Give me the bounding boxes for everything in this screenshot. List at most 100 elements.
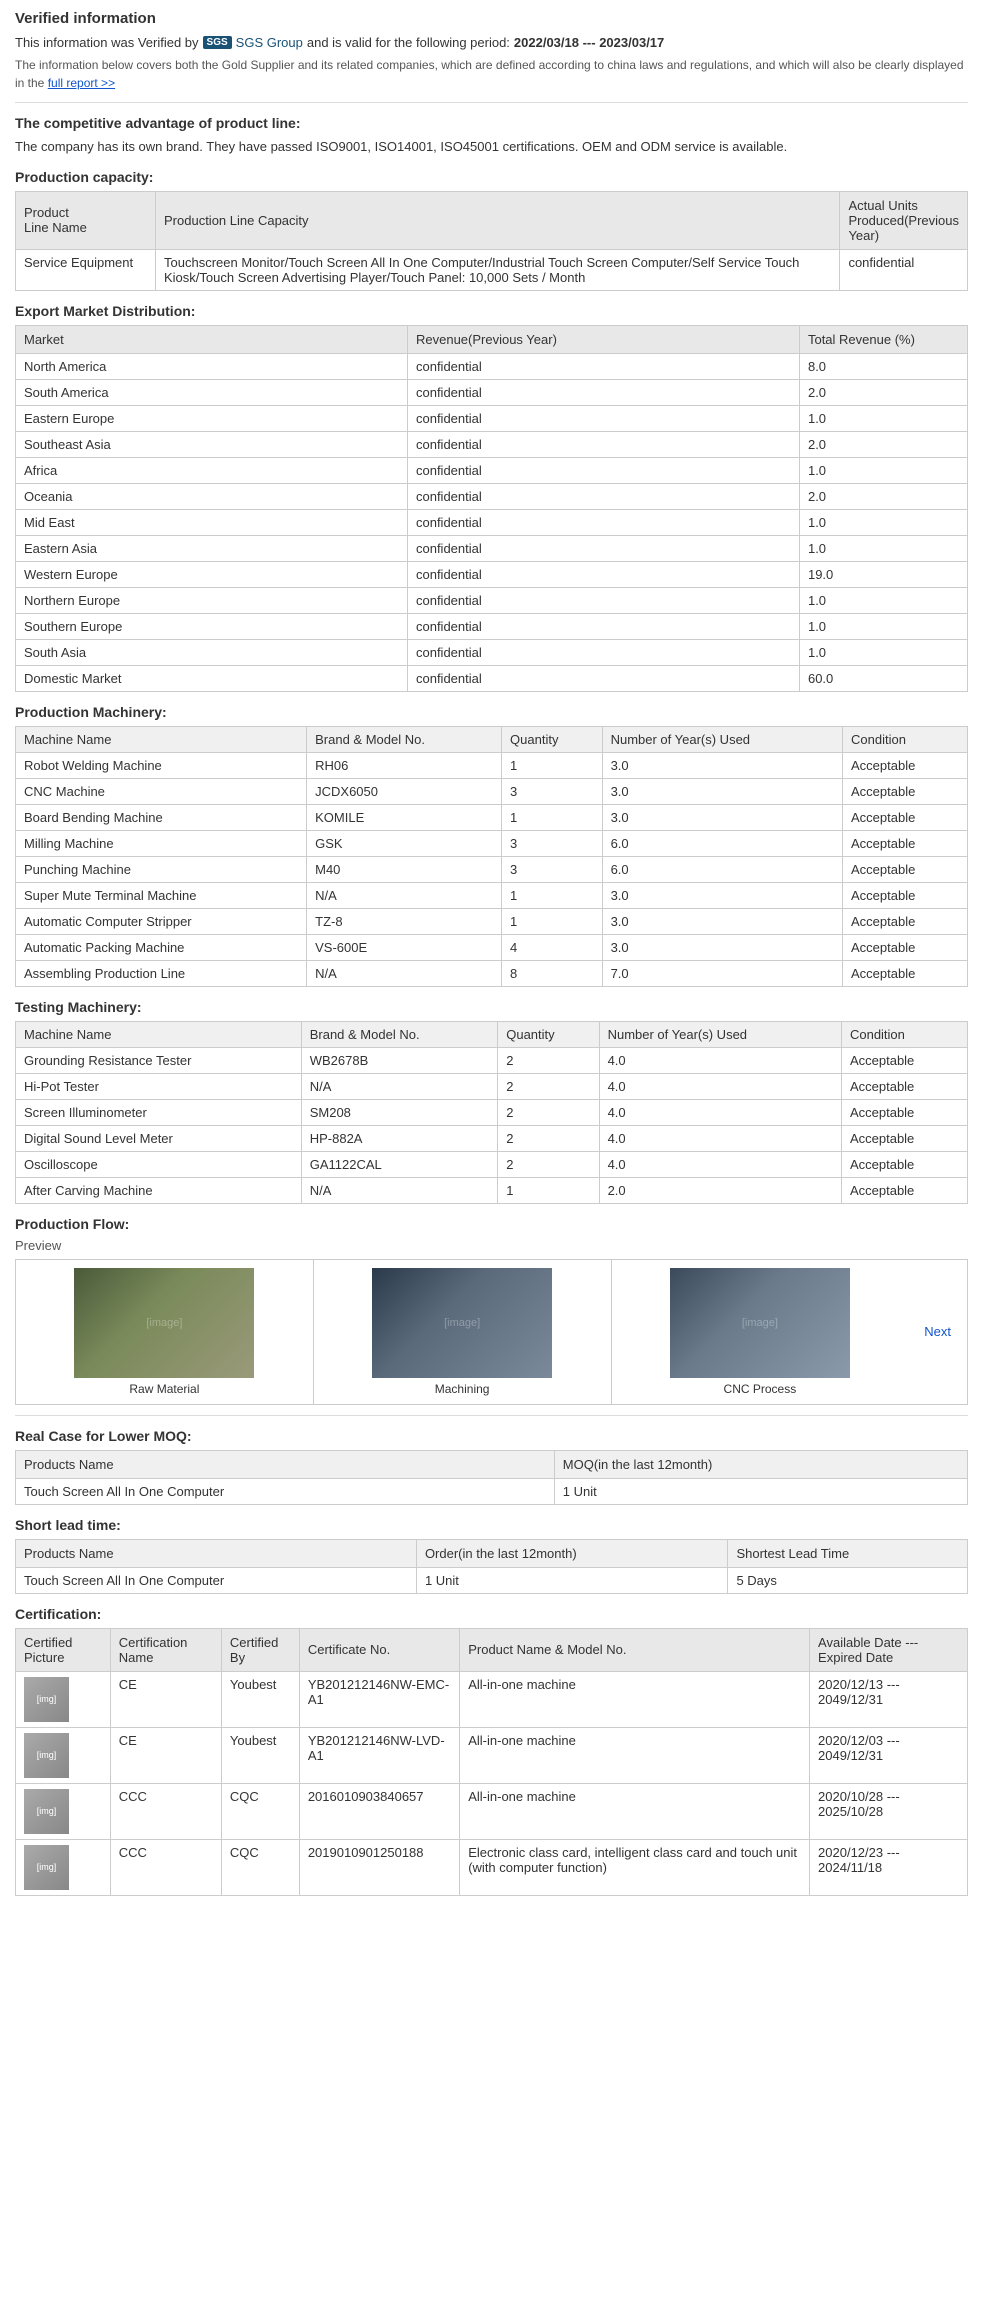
test-mach-qty: 2 [498,1151,599,1177]
test-machinery-header: Quantity [498,1021,599,1047]
test-mach-name: After Carving Machine [16,1177,302,1203]
production-capacity-title: Production capacity: [15,169,968,185]
prod-mach-qty: 8 [502,960,603,986]
cert-product-model: All-in-one machine [460,1783,810,1839]
certification-title: Certification: [15,1606,968,1622]
real-case-title: Real Case for Lower MOQ: [15,1428,968,1444]
export-row: Oceania confidential 2.0 [16,483,968,509]
export-total-revenue: 60.0 [799,665,967,691]
prod-machinery-header: Number of Year(s) Used [602,726,842,752]
test-mach-name: Oscilloscope [16,1151,302,1177]
test-mach-years: 2.0 [599,1177,841,1203]
export-row: North America confidential 8.0 [16,353,968,379]
prod-mach-brand: KOMILE [307,804,502,830]
prod-machinery-header: Condition [843,726,968,752]
verified-section: Verified information This information wa… [15,10,968,92]
prod-mach-brand: GSK [307,830,502,856]
export-revenue: confidential [407,353,799,379]
prod-mach-brand: TZ-8 [307,908,502,934]
prod-mach-qty: 3 [502,856,603,882]
export-revenue: confidential [407,639,799,665]
prod-mach-condition: Acceptable [843,882,968,908]
flow-caption: CNC Process [620,1382,901,1396]
lead-time-header: Products Name [16,1539,417,1567]
testing-machinery-row: Digital Sound Level Meter HP-882A 2 4.0 … [16,1125,968,1151]
export-total-revenue: 1.0 [799,639,967,665]
export-total-revenue: 2.0 [799,483,967,509]
testing-machinery-row: Screen Illuminometer SM208 2 4.0 Accepta… [16,1099,968,1125]
prod-mach-years: 3.0 [602,778,842,804]
cert-date-range: 2020/12/23 --- 2024/11/18 [810,1839,968,1895]
test-mach-brand: GA1122CAL [301,1151,498,1177]
export-total-revenue: 1.0 [799,535,967,561]
verified-title: Verified information [15,10,968,27]
export-row: Eastern Asia confidential 1.0 [16,535,968,561]
cert-picture: [img] [16,1839,111,1895]
test-machinery-header: Number of Year(s) Used [599,1021,841,1047]
export-market-name: Western Europe [16,561,408,587]
test-mach-condition: Acceptable [841,1151,967,1177]
cert-header: Certified By [221,1628,299,1671]
real-case-header: Products Name [16,1450,555,1478]
test-mach-qty: 2 [498,1047,599,1073]
test-mach-brand: N/A [301,1073,498,1099]
testing-machinery-row: After Carving Machine N/A 1 2.0 Acceptab… [16,1177,968,1203]
cert-header: Certificate No. [299,1628,459,1671]
prod-mach-brand: JCDX6050 [307,778,502,804]
export-header-total: Total Revenue (%) [799,325,967,353]
test-mach-years: 4.0 [599,1047,841,1073]
export-total-revenue: 2.0 [799,431,967,457]
test-mach-name: Digital Sound Level Meter [16,1125,302,1151]
test-machinery-header: Machine Name [16,1021,302,1047]
verified-note: The information below covers both the Go… [15,56,968,92]
export-market-title: Export Market Distribution: [15,303,968,319]
testing-machinery-row: Grounding Resistance Tester WB2678B 2 4.… [16,1047,968,1073]
cert-no: YB201212146NW-EMC-A1 [299,1671,459,1727]
export-market-name: Southern Europe [16,613,408,639]
verified-line: This information was Verified by SGS SGS… [15,35,968,50]
export-market-name: Eastern Europe [16,405,408,431]
export-revenue: confidential [407,379,799,405]
test-mach-brand: WB2678B [301,1047,498,1073]
test-mach-condition: Acceptable [841,1073,967,1099]
production-machinery-row: Assembling Production Line N/A 8 7.0 Acc… [16,960,968,986]
cert-header: Certification Name [110,1628,221,1671]
prod-mach-qty: 4 [502,934,603,960]
export-revenue: confidential [407,405,799,431]
capacity-header-0: ProductLine Name [16,191,156,249]
flow-image-item: [image] Machining [314,1260,612,1404]
prod-mach-brand: RH06 [307,752,502,778]
prod-mach-name: Automatic Packing Machine [16,934,307,960]
cert-product-model: Electronic class card, intelligent class… [460,1839,810,1895]
full-report-link[interactable]: full report >> [48,76,115,90]
cert-date-range: 2020/12/13 --- 2049/12/31 [810,1671,968,1727]
test-mach-name: Hi-Pot Tester [16,1073,302,1099]
cert-certified-by: CQC [221,1783,299,1839]
prod-machinery-header: Quantity [502,726,603,752]
cert-product-model: All-in-one machine [460,1671,810,1727]
prod-mach-condition: Acceptable [843,804,968,830]
cert-row: [img] CCC CQC 2019010901250188 Electroni… [16,1839,968,1895]
sgs-badge: SGS [203,36,232,49]
test-mach-name: Screen Illuminometer [16,1099,302,1125]
test-mach-years: 4.0 [599,1125,841,1151]
prod-machinery-header: Brand & Model No. [307,726,502,752]
competitive-section: The competitive advantage of product lin… [15,115,968,157]
prod-mach-condition: Acceptable [843,830,968,856]
short-lead-time-table: Products NameOrder(in the last 12month)S… [15,1539,968,1594]
prod-mach-years: 6.0 [602,856,842,882]
prod-mach-qty: 3 [502,778,603,804]
export-total-revenue: 8.0 [799,353,967,379]
testing-machinery-row: Oscilloscope GA1122CAL 2 4.0 Acceptable [16,1151,968,1177]
export-revenue: confidential [407,457,799,483]
testing-machinery-table: Machine NameBrand & Model No.QuantityNum… [15,1021,968,1204]
production-machinery-title: Production Machinery: [15,704,968,720]
production-capacity-section: Production capacity: ProductLine Name Pr… [15,169,968,291]
flow-next-button[interactable]: Next [908,1316,967,1347]
prod-mach-condition: Acceptable [843,960,968,986]
prod-mach-name: Automatic Computer Stripper [16,908,307,934]
test-mach-qty: 2 [498,1099,599,1125]
export-row: Domestic Market confidential 60.0 [16,665,968,691]
sgs-link[interactable]: SGS Group [236,35,303,50]
production-machinery-row: Board Bending Machine KOMILE 1 3.0 Accep… [16,804,968,830]
